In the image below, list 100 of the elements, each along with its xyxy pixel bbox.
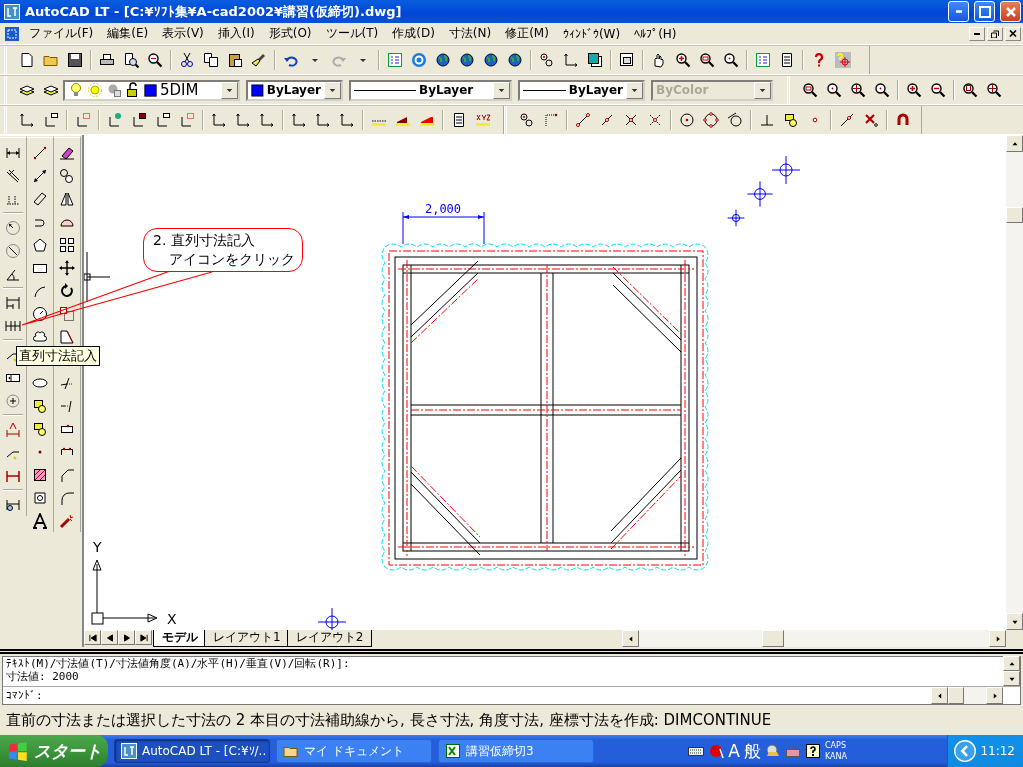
scroll-up-button[interactable]	[1006, 135, 1023, 152]
midpoint-icon[interactable]	[599, 112, 615, 128]
ime-indicator[interactable]: A	[728, 741, 740, 761]
aligned-dimension-icon[interactable]	[5, 167, 21, 184]
menu-item[interactable]: 形式(O)	[261, 23, 319, 44]
coordinates-icon[interactable]	[475, 112, 491, 128]
circles-icon[interactable]	[59, 167, 75, 184]
insertion-icon[interactable]	[32, 420, 48, 437]
maximize-button[interactable]	[974, 1, 995, 22]
zoom-magnifier-icon[interactable]	[826, 82, 842, 98]
window-icon[interactable]	[619, 52, 635, 68]
vertical-scrollbar[interactable]	[1006, 135, 1023, 630]
axes-dotted-icon[interactable]	[179, 112, 195, 128]
grid-icon[interactable]	[387, 52, 403, 68]
axes-icon[interactable]	[259, 112, 275, 128]
perpendicular-icon[interactable]	[759, 112, 775, 128]
zoom-window-icon[interactable]	[699, 52, 715, 68]
menu-item[interactable]: 編集(E)	[100, 23, 156, 44]
cloud-icon[interactable]	[32, 328, 48, 345]
ime-indicator[interactable]: 般	[744, 739, 761, 763]
dimension-text-icon[interactable]	[5, 421, 21, 438]
chevron-icon[interactable]	[954, 740, 977, 762]
axes-square-icon[interactable]	[43, 112, 59, 128]
axes-icon[interactable]	[235, 112, 251, 128]
menu-item[interactable]: 挿入(I)	[210, 23, 262, 44]
zoom-window-icon[interactable]	[802, 82, 818, 98]
document-magnifier-icon[interactable]	[123, 52, 139, 68]
question-crosshair-icon[interactable]	[835, 52, 851, 68]
layer-dropdown[interactable]: 5DIM	[63, 79, 240, 101]
pentagon-icon[interactable]	[32, 236, 48, 253]
center-snap-icon[interactable]	[679, 112, 695, 128]
lineweight-dropdown[interactable]: ByLayer	[518, 79, 645, 101]
tools-icon[interactable]	[765, 743, 781, 759]
layers-icon[interactable]	[19, 82, 35, 98]
globe-icon[interactable]	[483, 52, 499, 68]
zoom-document-icon[interactable]	[962, 82, 978, 98]
axes-icon[interactable]	[19, 112, 35, 128]
next-tab-button[interactable]	[118, 630, 135, 645]
document-icon[interactable]	[19, 52, 35, 68]
horizontal-scrollbar[interactable]	[931, 687, 1003, 704]
region-icon[interactable]	[32, 489, 48, 506]
ball-pen-icon[interactable]	[708, 743, 725, 759]
list-icon[interactable]	[779, 52, 795, 68]
layout-tab[interactable]: レイアウト2	[286, 630, 373, 647]
quadrant-icon[interactable]	[703, 112, 719, 128]
apparent-intersection-icon[interactable]	[647, 112, 663, 128]
copy-icon[interactable]	[203, 52, 219, 68]
scissors-icon[interactable]	[179, 52, 195, 68]
scroll-left-button[interactable]	[622, 630, 639, 647]
tracking-icon[interactable]	[543, 112, 559, 128]
layout-tab[interactable]: モデル	[153, 630, 207, 647]
first-tab-button[interactable]	[84, 630, 101, 645]
scroll-thumb[interactable]	[762, 630, 784, 647]
menu-item[interactable]: ﾍﾙﾌﾟ(H)	[627, 24, 684, 43]
menu-item[interactable]: 寸法(N)	[441, 23, 499, 44]
last-tab-button[interactable]	[135, 630, 152, 645]
hand-icon[interactable]	[651, 52, 667, 68]
menu-item[interactable]: 作成(D)	[385, 23, 442, 44]
printer-icon[interactable]	[99, 52, 115, 68]
axes-icon[interactable]	[291, 112, 307, 128]
chamfer-icon[interactable]	[59, 466, 75, 483]
baseline-dimension-icon[interactable]	[5, 294, 21, 311]
close-button[interactable]	[1005, 26, 1021, 41]
clipboard-icon[interactable]	[227, 52, 243, 68]
array-icon[interactable]	[59, 236, 75, 253]
squares-icon[interactable]	[587, 52, 603, 68]
scroll-up-button[interactable]	[1003, 656, 1020, 671]
horizontal-scrollbar[interactable]	[622, 630, 1006, 647]
zoom-in-icon[interactable]	[906, 82, 922, 98]
menu-item[interactable]: 修正(M)	[498, 23, 556, 44]
scroll-down-button[interactable]	[1003, 671, 1020, 686]
paintbrush-icon[interactable]	[251, 52, 267, 68]
magnifier-icon[interactable]	[147, 52, 163, 68]
endpoint-icon[interactable]	[575, 112, 591, 128]
radius-icon[interactable]	[5, 219, 21, 236]
taskbar-button[interactable]: マイ ドキュメント	[276, 739, 432, 763]
axes-icon[interactable]	[339, 112, 355, 128]
magnet-icon[interactable]	[895, 112, 911, 128]
zoom-arrows-icon[interactable]	[850, 82, 866, 98]
globe-icon[interactable]	[459, 52, 475, 68]
menu-item[interactable]: ツール(T)	[318, 23, 386, 44]
linetype-dropdown[interactable]: ByLayer	[349, 79, 512, 101]
scale-icon[interactable]	[59, 305, 75, 322]
explode-icon[interactable]	[59, 512, 75, 529]
layers-icon[interactable]	[43, 82, 59, 98]
rotate-arrow-icon[interactable]	[59, 282, 75, 299]
previous-tab-button[interactable]	[101, 630, 118, 645]
shapes-icon[interactable]	[32, 397, 48, 414]
line-icon[interactable]	[32, 144, 48, 161]
taskbar-button[interactable]: 講習仮締切3	[438, 739, 594, 763]
menu-item[interactable]: 表示(V)	[155, 23, 211, 44]
axes-square-icon[interactable]	[131, 112, 147, 128]
cross-icon[interactable]	[863, 112, 879, 128]
four-way-arrow-icon[interactable]	[59, 259, 75, 276]
list-icon[interactable]	[451, 112, 467, 128]
scroll-thumb[interactable]	[1006, 207, 1023, 223]
axes-globe-icon[interactable]	[107, 112, 123, 128]
nearest-icon[interactable]	[839, 112, 855, 128]
tangent-icon[interactable]	[727, 112, 743, 128]
snap-circles-icon[interactable]	[519, 112, 535, 128]
